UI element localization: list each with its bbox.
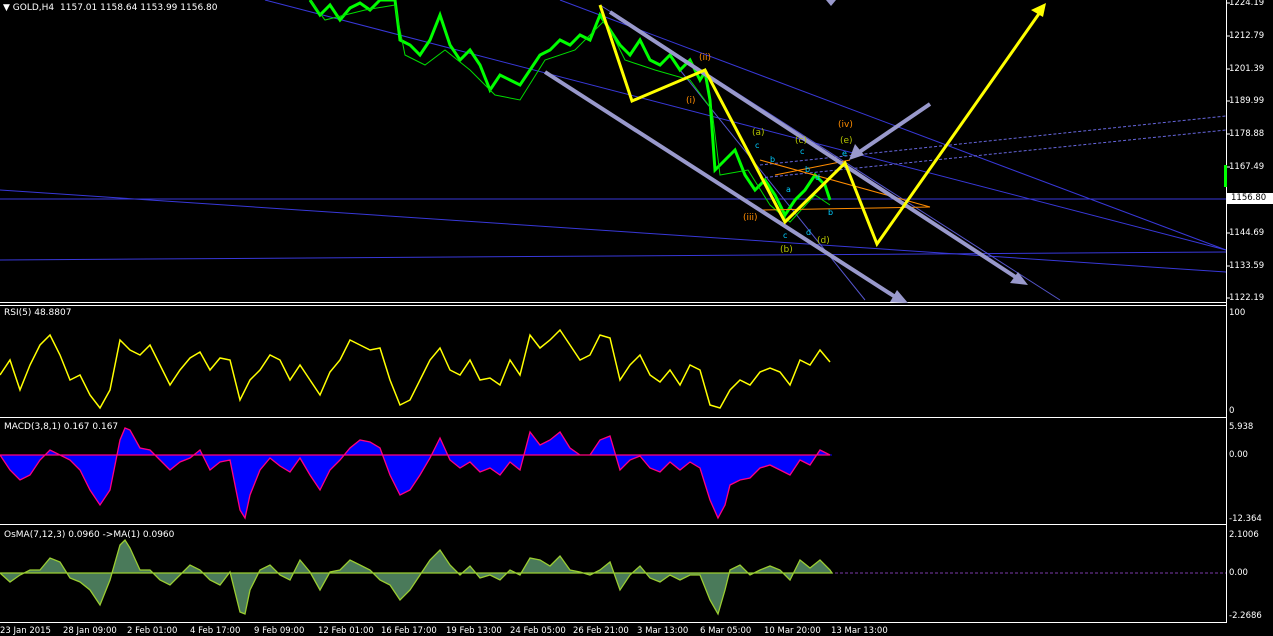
price-marker (1224, 165, 1227, 187)
price-tick: 1212.79 (1229, 31, 1265, 41)
wave-label-i: (i) (686, 96, 696, 106)
ohlc-values: 1157.01 1158.64 1153.99 1156.80 (60, 3, 218, 13)
price-tick: 1122.19 (1229, 293, 1265, 303)
rsi-tick: 100 (1229, 308, 1246, 318)
macd-histogram[interactable] (0, 427, 831, 520)
wave-minor-label: c (800, 147, 805, 156)
wave-label-a: (a) (752, 128, 765, 138)
osma-tick: 2.1006 (1229, 530, 1259, 540)
rsi-title: RSI(5) 48.8807 (4, 308, 72, 318)
wave-minor-label: b (828, 208, 834, 217)
wave-label-d: (d) (817, 236, 830, 246)
chart-title: ▼ GOLD,H4 1157.01 1158.64 1153.99 1156.8… (3, 3, 217, 13)
price-tick: 1178.88 (1229, 129, 1265, 139)
rsi-line[interactable] (0, 328, 831, 410)
wave-minor-label: d (806, 228, 812, 237)
wave-minor-label: e (842, 149, 847, 158)
price-tick: 1144.69 (1229, 228, 1265, 238)
wave-minor-label: b (770, 155, 776, 164)
wave-label-ii: (ii) (699, 53, 712, 63)
price-tick: 1224.19 (1229, 0, 1265, 8)
price-tick: 1189.99 (1229, 96, 1265, 106)
dropdown-icon[interactable]: ▼ (3, 3, 10, 13)
wave-minor-label: c (755, 141, 760, 150)
macd-title: MACD(3,8,1) 0.167 0.167 (4, 422, 119, 432)
macd-tick: 5.938 (1229, 422, 1254, 432)
price-wicks (309, 0, 831, 223)
wave-minor-label: a (786, 185, 791, 194)
wave-minor-label: d (815, 173, 821, 182)
price-tick: 1133.59 (1229, 261, 1265, 271)
rsi-tick: 0 (1229, 406, 1235, 416)
elliott-wave-path[interactable] (598, 4, 1045, 248)
osma-histogram[interactable] (0, 538, 834, 616)
macd-tick: 0.00 (1229, 450, 1248, 460)
current-price-label: 1156.80 (1227, 193, 1273, 204)
osma-tick: 0.00 (1229, 568, 1248, 578)
price-tick: 1167.49 (1229, 162, 1265, 172)
wave-label-b: (b) (780, 245, 793, 255)
wave-label-iv: (iv) (838, 120, 853, 130)
arrow-heads (826, 0, 1028, 303)
wave-label-e: (e) (840, 136, 853, 146)
wave-label-iii: (iii) (743, 213, 758, 223)
macd-tick: -12.364 (1229, 514, 1262, 524)
symbol-label: GOLD,H4 (12, 3, 55, 13)
osma-title: OsMA(7,12,3) 0.0960 ->MA(1) 0.0960 (4, 530, 175, 540)
wave-minor-label: b (805, 165, 811, 174)
chart-canvas[interactable] (0, 0, 1273, 635)
price-tick: 1201.39 (1229, 64, 1265, 74)
osma-tick: -2.2686 (1229, 611, 1262, 621)
wave-minor-label: c (783, 231, 788, 240)
wave-label-c: (c) (795, 136, 807, 146)
